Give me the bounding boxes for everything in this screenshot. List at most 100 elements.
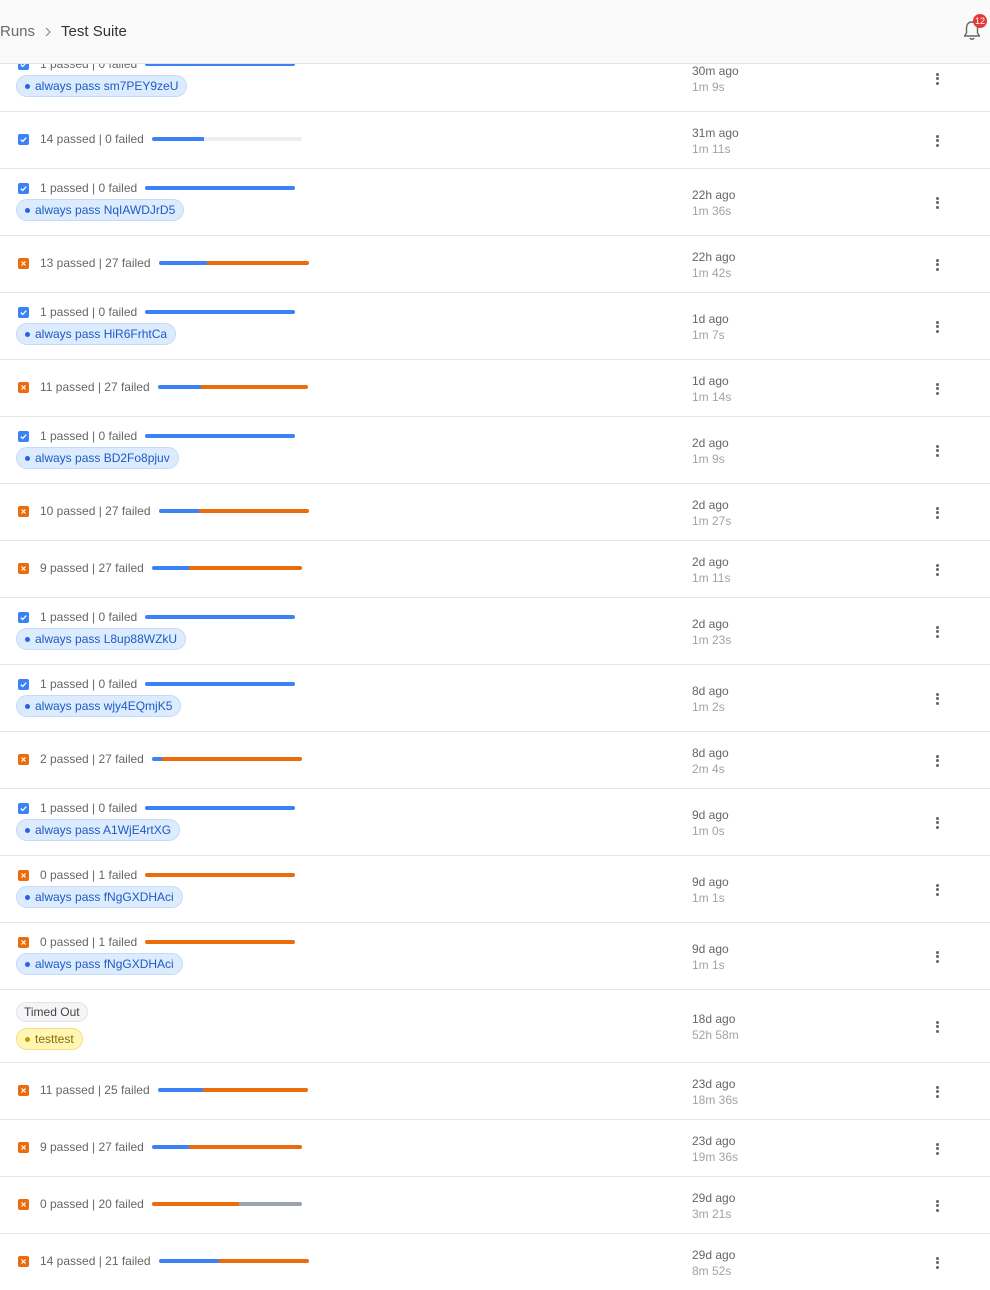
more-options-button[interactable] bbox=[930, 1198, 944, 1214]
run-duration: 1m 0s bbox=[692, 823, 725, 838]
progress-segment-skipped bbox=[238, 1202, 302, 1206]
more-options-button[interactable] bbox=[930, 319, 944, 335]
kebab-dot bbox=[935, 205, 939, 209]
run-started-ago: 2d ago bbox=[692, 616, 729, 631]
run-tag[interactable]: always pass fNgGXDHAci bbox=[16, 886, 183, 908]
run-row[interactable]: 13 passed | 27 failed 22h ago 1m 42s bbox=[0, 236, 990, 293]
more-options-button[interactable] bbox=[930, 133, 944, 149]
kebab-dot bbox=[935, 515, 939, 519]
run-row[interactable]: Timed Out testtest 18d ago 52h 58m bbox=[0, 990, 990, 1063]
more-options-button[interactable] bbox=[930, 1255, 944, 1271]
kebab-dot bbox=[935, 625, 939, 629]
test-counts: 11 passed | 27 failed bbox=[40, 380, 150, 394]
run-duration: 1m 7s bbox=[692, 327, 725, 342]
run-duration: 52h 58m bbox=[692, 1027, 739, 1042]
dot-icon bbox=[25, 83, 30, 89]
result-progress-bar bbox=[157, 385, 308, 389]
run-row[interactable]: 9 passed | 27 failed 2d ago 1m 11s bbox=[0, 541, 990, 598]
breadcrumb-current: Test Suite bbox=[61, 23, 127, 40]
more-options-button[interactable] bbox=[930, 1019, 944, 1035]
kebab-dot bbox=[935, 1208, 939, 1212]
run-tag[interactable]: always pass L8up88WZkU bbox=[16, 628, 187, 650]
breadcrumb-runs-link[interactable]: Runs bbox=[0, 23, 35, 40]
kebab-dot bbox=[935, 139, 939, 142]
run-started-ago: 1d ago bbox=[692, 373, 729, 388]
run-row[interactable]: 1 passed | 0 failed always pass wjy4EQmjK… bbox=[0, 665, 990, 732]
more-options-button[interactable] bbox=[930, 949, 944, 965]
notifications-button[interactable]: 12 bbox=[962, 14, 987, 42]
run-row[interactable]: 9 passed | 27 failed 23d ago 19m 36s bbox=[0, 1120, 990, 1177]
run-row[interactable]: 14 passed | 0 failed 31m ago 1m 11s bbox=[0, 112, 990, 169]
result-progress-bar bbox=[158, 1259, 309, 1263]
run-row[interactable]: 0 passed | 1 failed always pass fNgGXDHAc… bbox=[0, 923, 990, 990]
progress-segment-pass bbox=[145, 186, 296, 190]
run-row[interactable]: 0 passed | 1 failed always pass fNgGXDHAc… bbox=[0, 856, 990, 923]
run-tag[interactable]: always pass sm7PEY9zeU bbox=[16, 75, 188, 97]
run-tag[interactable]: always pass BD2Fo8pjuv bbox=[16, 447, 179, 469]
run-summary: 13 passed | 27 failed bbox=[18, 256, 309, 270]
run-started-ago: 8d ago bbox=[692, 683, 729, 698]
test-counts: 10 passed | 27 failed bbox=[40, 504, 151, 518]
run-row[interactable]: 11 passed | 25 failed 23d ago 18m 36s bbox=[0, 1063, 990, 1120]
test-counts: 0 passed | 1 failed bbox=[40, 935, 138, 949]
kebab-dot bbox=[935, 1261, 939, 1264]
more-options-button[interactable] bbox=[930, 882, 944, 898]
more-options-button[interactable] bbox=[930, 1141, 944, 1157]
run-row[interactable]: 1 passed | 0 failed always pass A1WjE4rtX… bbox=[0, 789, 990, 856]
run-row[interactable]: 10 passed | 27 failed 2d ago 1m 27s bbox=[0, 484, 990, 541]
kebab-dot bbox=[935, 1256, 939, 1260]
run-tag[interactable]: always pass fNgGXDHAci bbox=[16, 953, 183, 975]
kebab-dot bbox=[935, 816, 939, 820]
run-row[interactable]: 1 passed | 0 failed always pass HiR6FrhtC… bbox=[0, 293, 990, 360]
run-duration: 1m 23s bbox=[692, 632, 732, 647]
more-options-button[interactable] bbox=[930, 753, 944, 769]
kebab-dot bbox=[935, 511, 939, 514]
kebab-dot bbox=[935, 77, 939, 80]
kebab-dot bbox=[935, 382, 939, 386]
more-options-button[interactable] bbox=[930, 1084, 944, 1100]
run-tag[interactable]: always pass NqIAWDJrD5 bbox=[16, 199, 185, 221]
run-row[interactable]: 1 passed | 0 failed always pass NqIAWDJrD… bbox=[0, 169, 990, 236]
run-summary: 1 passed | 0 failed bbox=[18, 305, 296, 319]
run-tag[interactable]: always pass wjy4EQmjK5 bbox=[16, 695, 182, 717]
run-row[interactable]: 1 passed | 0 failed always pass BD2Fo8pju… bbox=[0, 417, 990, 484]
more-options-button[interactable] bbox=[930, 257, 944, 273]
check-icon bbox=[18, 611, 29, 623]
run-tag-label: testtest bbox=[35, 1032, 74, 1046]
run-started-ago: 29d ago bbox=[692, 1190, 736, 1205]
more-options-button[interactable] bbox=[930, 562, 944, 578]
test-counts: 1 passed | 0 failed bbox=[40, 610, 138, 624]
more-options-button[interactable] bbox=[930, 815, 944, 831]
kebab-dot bbox=[935, 701, 939, 705]
run-tag-label: always pass A1WjE4rtXG bbox=[35, 823, 172, 837]
run-row[interactable]: 14 passed | 21 failed 29d ago 8m 52s bbox=[0, 1234, 990, 1290]
more-options-button[interactable] bbox=[930, 71, 944, 87]
more-options-button[interactable] bbox=[930, 443, 944, 459]
run-duration: 18m 36s bbox=[692, 1092, 739, 1107]
more-options-button[interactable] bbox=[930, 381, 944, 397]
run-row[interactable]: 2 passed | 27 failed 8d ago 2m 4s bbox=[0, 732, 990, 789]
more-options-button[interactable] bbox=[930, 195, 944, 211]
progress-segment-fail bbox=[151, 1202, 239, 1206]
dot-icon bbox=[25, 961, 30, 967]
run-tag[interactable]: testtest bbox=[16, 1028, 83, 1050]
run-started-ago: 2d ago bbox=[692, 554, 729, 569]
progress-segment-pass bbox=[158, 1259, 219, 1263]
result-progress-bar bbox=[145, 682, 296, 686]
more-options-button[interactable] bbox=[930, 505, 944, 521]
run-row[interactable]: 1 passed | 0 failed always pass L8up88WZk… bbox=[0, 598, 990, 665]
progress-segment-pass bbox=[157, 385, 202, 389]
more-options-button[interactable] bbox=[930, 624, 944, 640]
run-row[interactable]: 11 passed | 27 failed 1d ago 1m 14s bbox=[0, 360, 990, 417]
dot-icon bbox=[25, 636, 30, 642]
kebab-dot bbox=[935, 1025, 939, 1028]
run-tag[interactable]: always pass HiR6FrhtCa bbox=[16, 323, 177, 345]
run-duration: 8m 52s bbox=[692, 1263, 732, 1278]
run-tag[interactable]: always pass A1WjE4rtXG bbox=[16, 819, 181, 841]
run-row[interactable]: 0 passed | 20 failed 29d ago 3m 21s bbox=[0, 1177, 990, 1234]
progress-segment-fail bbox=[145, 940, 296, 944]
result-progress-bar bbox=[151, 566, 302, 570]
x-icon bbox=[18, 381, 29, 393]
kebab-dot bbox=[935, 959, 939, 963]
more-options-button[interactable] bbox=[930, 691, 944, 707]
